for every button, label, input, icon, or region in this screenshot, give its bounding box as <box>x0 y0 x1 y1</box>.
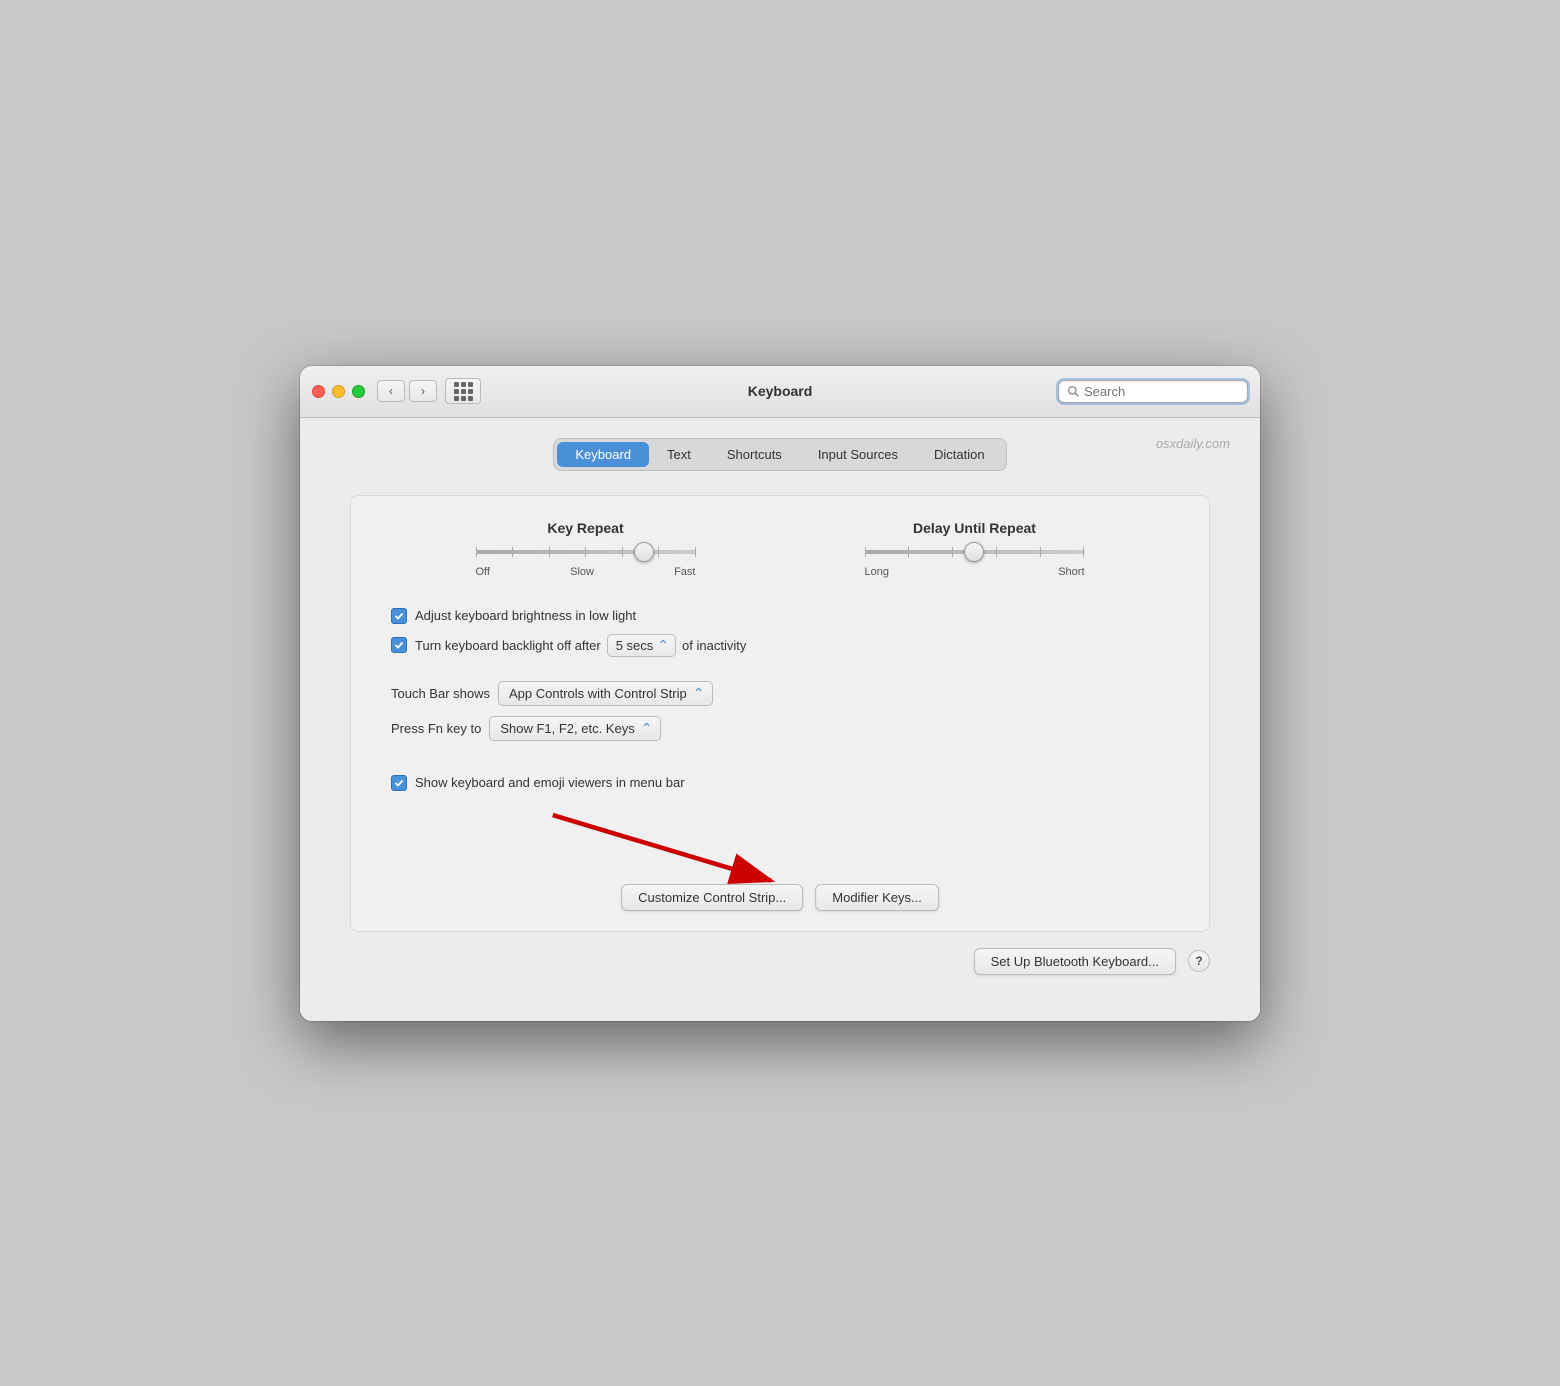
keyboard-preferences-window: ‹ › Keyboard osxdaily.com Keyboard Text <box>300 366 1260 1021</box>
tab-text[interactable]: Text <box>649 442 709 467</box>
delay-repeat-short-label: Short <box>1058 566 1084 578</box>
tab-shortcuts[interactable]: Shortcuts <box>709 442 800 467</box>
titlebar: ‹ › Keyboard <box>300 366 1260 418</box>
grid-icon <box>454 382 473 401</box>
tab-dictation[interactable]: Dictation <box>916 442 1003 467</box>
sliders-section: Key Repeat <box>371 520 1189 578</box>
adjust-brightness-row: Adjust keyboard brightness in low light <box>391 608 1169 624</box>
footer: Set Up Bluetooth Keyboard... ? <box>330 932 1230 991</box>
key-repeat-label: Key Repeat <box>547 520 623 536</box>
window-title: Keyboard <box>748 383 813 399</box>
bluetooth-keyboard-button[interactable]: Set Up Bluetooth Keyboard... <box>974 948 1176 975</box>
delay-repeat-track <box>865 550 1085 554</box>
delay-repeat-slider-group: Delay Until Repeat <box>835 520 1115 578</box>
touchbar-dropdown[interactable]: App Controls with Control Strip ⌃ <box>498 681 713 706</box>
delay-repeat-long-label: Long <box>865 566 889 578</box>
emoji-label: Show keyboard and emoji viewers in menu … <box>415 775 685 790</box>
watermark: osxdaily.com <box>1156 436 1230 451</box>
traffic-lights <box>312 385 365 398</box>
key-repeat-slow-label: Slow <box>570 566 594 578</box>
fn-key-dropdown-arrow-icon: ⌃ <box>641 720 653 737</box>
settings-panel: Key Repeat <box>350 495 1210 932</box>
search-box[interactable] <box>1058 380 1248 403</box>
help-button[interactable]: ? <box>1188 950 1210 972</box>
search-icon <box>1067 385 1080 398</box>
touchbar-dropdown-arrow-icon: ⌃ <box>693 685 705 702</box>
nav-buttons: ‹ › <box>377 380 437 402</box>
key-repeat-thumb[interactable] <box>634 542 654 562</box>
grid-button[interactable] <box>445 378 481 404</box>
touchbar-row: Touch Bar shows App Controls with Contro… <box>371 681 1189 706</box>
arrow-annotation-area: Customize Control Strip... Modifier Keys… <box>371 801 1189 911</box>
tab-bar: Keyboard Text Shortcuts Input Sources Di… <box>553 438 1006 471</box>
minimize-button[interactable] <box>332 385 345 398</box>
close-button[interactable] <box>312 385 325 398</box>
content-area: osxdaily.com Keyboard Text Shortcuts Inp… <box>300 418 1260 1021</box>
tab-input-sources[interactable]: Input Sources <box>800 442 916 467</box>
backlight-duration-dropdown[interactable]: 5 secs ⌃ <box>607 634 676 657</box>
delay-repeat-thumb[interactable] <box>964 542 984 562</box>
emoji-checkbox[interactable] <box>391 775 407 791</box>
key-repeat-track <box>476 550 696 554</box>
key-repeat-fast-label: Fast <box>674 566 695 578</box>
backlight-off-label-prefix: Turn keyboard backlight off after <box>415 638 601 653</box>
fn-key-dropdown[interactable]: Show F1, F2, etc. Keys ⌃ <box>489 716 661 741</box>
key-repeat-off-label: Off <box>476 566 490 578</box>
adjust-brightness-label: Adjust keyboard brightness in low light <box>415 608 636 623</box>
forward-button[interactable]: › <box>409 380 437 402</box>
adjust-brightness-checkbox[interactable] <box>391 608 407 624</box>
checkmark-icon-2 <box>394 640 404 650</box>
modifier-keys-button[interactable]: Modifier Keys... <box>815 884 939 911</box>
key-repeat-slider-group: Key Repeat <box>446 520 726 578</box>
customize-control-strip-button[interactable]: Customize Control Strip... <box>621 884 803 911</box>
back-button[interactable]: ‹ <box>377 380 405 402</box>
backlight-off-checkbox[interactable] <box>391 637 407 653</box>
touchbar-label: Touch Bar shows <box>391 686 490 701</box>
backlight-off-row: Turn keyboard backlight off after 5 secs… <box>391 634 1169 657</box>
fn-key-row: Press Fn key to Show F1, F2, etc. Keys ⌃ <box>371 716 1189 741</box>
checkmark-icon-3 <box>394 778 404 788</box>
dropdown-arrow-icon: ⌃ <box>657 637 669 654</box>
backlight-off-label-suffix: of inactivity <box>682 638 746 653</box>
checkmark-icon <box>394 611 404 621</box>
checkbox-section: Adjust keyboard brightness in low light … <box>371 608 1189 657</box>
emoji-row: Show keyboard and emoji viewers in menu … <box>371 761 1189 791</box>
tab-keyboard[interactable]: Keyboard <box>557 442 649 467</box>
search-input[interactable] <box>1084 384 1239 399</box>
maximize-button[interactable] <box>352 385 365 398</box>
bottom-buttons: Customize Control Strip... Modifier Keys… <box>621 884 939 911</box>
delay-repeat-label: Delay Until Repeat <box>913 520 1036 536</box>
fn-key-label: Press Fn key to <box>391 721 481 736</box>
emoji-checkbox-row: Show keyboard and emoji viewers in menu … <box>391 775 1169 791</box>
